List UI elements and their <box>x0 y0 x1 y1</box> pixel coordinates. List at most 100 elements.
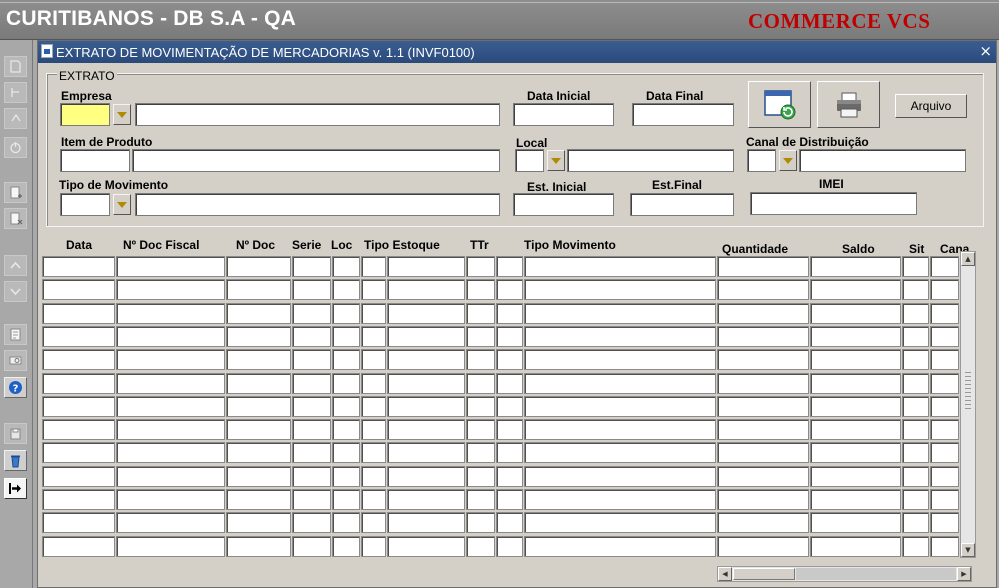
table-cell[interactable] <box>292 256 331 277</box>
table-cell[interactable] <box>116 489 225 510</box>
table-cell[interactable] <box>42 489 115 510</box>
table-cell[interactable] <box>717 419 809 440</box>
table-cell[interactable] <box>902 419 929 440</box>
table-cell[interactable] <box>496 349 523 370</box>
table-cell[interactable] <box>387 466 465 487</box>
table-cell[interactable] <box>810 373 901 394</box>
table-cell[interactable] <box>902 303 929 324</box>
table-cell[interactable] <box>717 373 809 394</box>
table-cell[interactable] <box>524 256 716 277</box>
table-cell[interactable] <box>292 536 331 557</box>
table-cell[interactable] <box>226 279 291 300</box>
table-cell[interactable] <box>361 373 386 394</box>
edit-icon[interactable] <box>4 324 27 345</box>
table-cell[interactable] <box>42 279 115 300</box>
table-cell[interactable] <box>466 512 495 533</box>
undo-icon[interactable] <box>4 82 27 103</box>
table-cell[interactable] <box>332 256 360 277</box>
table-cell[interactable] <box>332 303 360 324</box>
table-cell[interactable] <box>524 466 716 487</box>
table-cell[interactable] <box>466 466 495 487</box>
canal-code-field[interactable] <box>747 149 776 172</box>
table-cell[interactable] <box>496 536 523 557</box>
table-cell[interactable] <box>717 326 809 347</box>
table-cell[interactable] <box>361 256 386 277</box>
tipo-lov-button[interactable] <box>113 194 131 215</box>
table-cell[interactable] <box>524 512 716 533</box>
scroll-grip[interactable] <box>965 372 971 412</box>
table-cell[interactable] <box>116 536 225 557</box>
table-cell[interactable] <box>466 442 495 463</box>
table-cell[interactable] <box>930 349 959 370</box>
table-cell[interactable] <box>116 419 225 440</box>
table-cell[interactable] <box>361 442 386 463</box>
table-cell[interactable] <box>361 489 386 510</box>
table-cell[interactable] <box>902 396 929 417</box>
previous-icon[interactable] <box>4 255 27 276</box>
table-cell[interactable] <box>116 349 225 370</box>
horizontal-scroll-thumb[interactable] <box>733 568 795 580</box>
canal-lov-button[interactable] <box>779 150 797 171</box>
table-cell[interactable] <box>292 303 331 324</box>
table-cell[interactable] <box>361 303 386 324</box>
insert-record-icon[interactable] <box>4 182 27 203</box>
imei-field[interactable] <box>750 192 917 215</box>
horizontal-scroll-track[interactable] <box>796 568 956 580</box>
table-cell[interactable] <box>42 256 115 277</box>
table-cell[interactable] <box>226 489 291 510</box>
table-cell[interactable] <box>810 279 901 300</box>
save-icon[interactable] <box>4 56 27 77</box>
redo-icon[interactable] <box>4 108 27 129</box>
table-cell[interactable] <box>42 419 115 440</box>
table-cell[interactable] <box>717 396 809 417</box>
print-button[interactable] <box>817 81 880 128</box>
table-cell[interactable] <box>466 489 495 510</box>
empresa-code-field[interactable] <box>60 103 110 126</box>
data-final-field[interactable] <box>632 103 734 126</box>
table-cell[interactable] <box>42 349 115 370</box>
table-cell[interactable] <box>226 466 291 487</box>
table-cell[interactable] <box>810 396 901 417</box>
table-cell[interactable] <box>930 536 959 557</box>
table-cell[interactable] <box>361 512 386 533</box>
item-code-field[interactable] <box>60 149 130 172</box>
table-cell[interactable] <box>902 489 929 510</box>
table-cell[interactable] <box>116 256 225 277</box>
table-cell[interactable] <box>496 419 523 440</box>
table-cell[interactable] <box>387 419 465 440</box>
table-cell[interactable] <box>226 536 291 557</box>
empresa-name-field[interactable] <box>135 103 500 126</box>
table-cell[interactable] <box>902 373 929 394</box>
next-icon[interactable] <box>4 281 27 302</box>
table-cell[interactable] <box>387 326 465 347</box>
exit-arrow-icon[interactable] <box>4 478 27 499</box>
table-cell[interactable] <box>226 396 291 417</box>
table-cell[interactable] <box>226 303 291 324</box>
table-cell[interactable] <box>292 279 331 300</box>
table-cell[interactable] <box>496 256 523 277</box>
table-cell[interactable] <box>902 349 929 370</box>
table-cell[interactable] <box>902 466 929 487</box>
table-cell[interactable] <box>902 442 929 463</box>
canal-name-field[interactable] <box>799 149 966 172</box>
table-cell[interactable] <box>717 349 809 370</box>
table-cell[interactable] <box>930 489 959 510</box>
table-cell[interactable] <box>810 489 901 510</box>
table-cell[interactable] <box>524 279 716 300</box>
close-icon[interactable]: × <box>979 42 992 60</box>
table-cell[interactable] <box>387 256 465 277</box>
table-cell[interactable] <box>810 256 901 277</box>
table-cell[interactable] <box>930 373 959 394</box>
table-cell[interactable] <box>42 303 115 324</box>
table-cell[interactable] <box>902 536 929 557</box>
table-cell[interactable] <box>466 326 495 347</box>
table-cell[interactable] <box>810 419 901 440</box>
table-cell[interactable] <box>42 536 115 557</box>
table-cell[interactable] <box>387 279 465 300</box>
table-cell[interactable] <box>226 419 291 440</box>
table-cell[interactable] <box>292 489 331 510</box>
table-cell[interactable] <box>717 466 809 487</box>
table-cell[interactable] <box>524 373 716 394</box>
table-cell[interactable] <box>524 536 716 557</box>
table-cell[interactable] <box>466 303 495 324</box>
